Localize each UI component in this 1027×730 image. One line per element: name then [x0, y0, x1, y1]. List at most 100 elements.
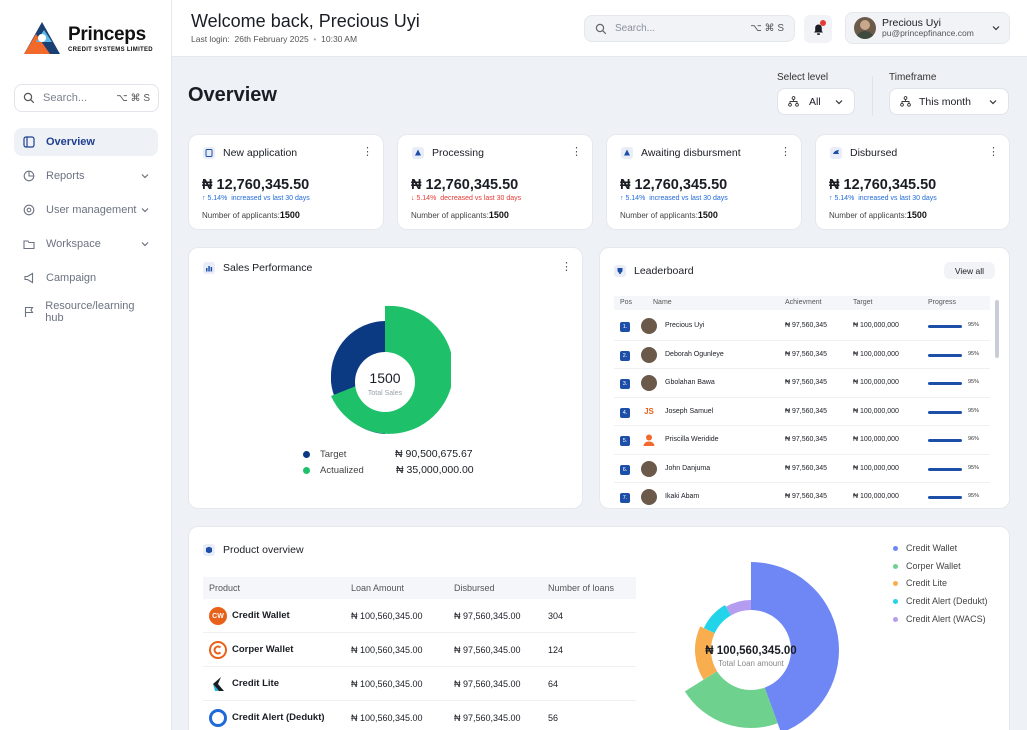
select-level-value: All	[809, 95, 821, 108]
hierarchy-icon	[788, 96, 799, 107]
progress-percent: 95%	[968, 493, 980, 499]
leaderboard-title: Leaderboard	[634, 265, 694, 277]
timeframe-dropdown[interactable]: This month	[889, 88, 1009, 115]
view-all-button[interactable]: View all	[943, 262, 995, 279]
product-loan-amount: ₦ 100,560,345.00	[351, 713, 423, 723]
table-row[interactable]: Corper Wallet ₦ 100,560,345.00 ₦ 97,560,…	[203, 633, 636, 667]
stat-count-label: Number of applicants:	[829, 211, 907, 220]
product-name: Corper Wallet	[232, 644, 294, 655]
table-row[interactable]: Credit Lite ₦ 100,560,345.00 ₦ 97,560,34…	[203, 667, 636, 701]
rep-name: Precious Uyi	[665, 322, 705, 329]
divider	[872, 76, 873, 116]
rep-achievement: ₦ 97,560,345	[785, 407, 828, 415]
table-row[interactable]: 7. Ikaki Abam ₦ 97,560,345 ₦ 100,000,000…	[614, 483, 990, 508]
rep-target: ₦ 100,000,000	[853, 350, 899, 358]
stat-change: ↑ 5.14% increased vs last 30 days	[202, 195, 310, 202]
table-row[interactable]: 6. John Danjuma ₦ 97,560,345 ₦ 100,000,0…	[614, 455, 990, 483]
separator-dot: •	[313, 34, 317, 44]
stat-amount: ₦ 12,760,345.50	[202, 177, 310, 193]
notifications-button[interactable]	[804, 15, 832, 43]
sidebar-item-workspace[interactable]: Workspace	[14, 230, 158, 258]
sidebar-item-label: Overview	[46, 136, 95, 148]
rep-target: ₦ 100,000,000	[853, 407, 899, 415]
stat-title: Processing	[432, 147, 484, 159]
princeps-logo-icon	[24, 22, 60, 54]
legend-swatch	[893, 598, 898, 604]
leaderboard-card: Leaderboard View all Pos Name Achievment…	[599, 247, 1010, 509]
column-header: Product	[209, 583, 241, 593]
user-menu[interactable]: Precious Uyi pu@princepfinance.com	[845, 12, 1010, 44]
progress-percent: 95%	[968, 407, 980, 414]
search-icon	[23, 92, 35, 104]
search-icon	[595, 23, 607, 34]
sidebar-item-reports[interactable]: Reports	[14, 162, 158, 190]
table-row[interactable]: 2. Deborah Ogunleye ₦ 97,560,345 ₦ 100,0…	[614, 341, 990, 369]
table-row[interactable]: 3. Gbolahan Bawa ₦ 97,560,345 ₦ 100,000,…	[614, 369, 990, 398]
product-loan-count: 56	[548, 713, 559, 723]
stat-count: Number of applicants:1500	[202, 210, 300, 220]
legend-value-target: ₦ 90,500,675.67	[395, 448, 473, 460]
column-header: Target	[853, 299, 873, 306]
rep-name: Priscilla Weridide	[665, 436, 719, 443]
table-row[interactable]: 5. Priscilla Weridide ₦ 97,560,345 ₦ 100…	[614, 426, 990, 455]
table-row[interactable]: Credit Alert (Dedukt) ₦ 100,560,345.00 ₦…	[203, 701, 636, 730]
select-level-dropdown[interactable]: All	[777, 88, 855, 115]
stat-title: New application	[223, 147, 298, 159]
box-icon	[203, 544, 215, 556]
progress-percent: 95%	[968, 322, 980, 328]
stat-count-value: 1500	[906, 210, 927, 220]
sidebar-search-input[interactable]: Search... ⌥ ⌘ S	[14, 84, 159, 112]
chevron-down-icon	[141, 174, 149, 179]
table-row[interactable]: CW Credit Wallet ₦ 100,560,345.00 ₦ 97,5…	[203, 599, 636, 633]
chevron-down-icon	[141, 242, 149, 247]
legend-actualized: Actualized	[303, 465, 364, 476]
more-options-icon[interactable]: ⋮	[571, 147, 582, 158]
product-loan-amount: ₦ 100,560,345.00	[351, 611, 423, 621]
credit-alert-logo	[209, 709, 227, 727]
sidebar-item-user-management[interactable]: User management	[14, 196, 158, 224]
more-options-icon[interactable]: ⋮	[362, 147, 373, 158]
stat-change-pct: 5.14%	[834, 195, 855, 202]
brand-logo[interactable]: Princeps CREDIT SYSTEMS LIMITED	[22, 20, 153, 56]
reports-icon	[22, 169, 36, 183]
rep-target: ₦ 100,000,000	[853, 464, 899, 472]
notification-badge	[820, 20, 826, 26]
product-disbursed: ₦ 97,560,345.00	[454, 611, 521, 621]
top-bar: Welcome back, Precious Uyi Last login: 2…	[172, 0, 1027, 57]
stat-count: Number of applicants:1500	[411, 210, 509, 220]
scrollbar[interactable]	[995, 300, 999, 358]
table-row[interactable]: 4. JS Joseph Samuel ₦ 97,560,345 ₦ 100,0…	[614, 398, 990, 426]
more-options-icon[interactable]: ⋮	[988, 147, 999, 158]
stat-change-text: increased vs last 30 days	[649, 195, 728, 202]
table-row[interactable]: 1. Precious Uyi ₦ 97,560,345 ₦ 100,000,0…	[614, 312, 990, 341]
flag-icon	[22, 305, 35, 319]
sidebar-item-overview[interactable]: Overview	[14, 128, 158, 156]
sidebar-nav: Overview Reports User management Workspa…	[14, 128, 158, 332]
stat-count-value: 1500	[488, 210, 509, 220]
sidebar: Princeps CREDIT SYSTEMS LIMITED Search..…	[0, 0, 172, 730]
stat-change-pct: 5.14%	[416, 195, 437, 202]
credit-lite-logo	[209, 675, 227, 693]
sidebar-search-shortcut: ⌥ ⌘ S	[116, 92, 150, 104]
legend-credit-alert-dedukt: Credit Alert (Dedukt)	[893, 596, 988, 606]
legend-label: Credit Lite	[906, 578, 948, 588]
top-search-input[interactable]: Search... ⌥ ⌘ S	[584, 15, 795, 42]
progress-bar	[928, 410, 962, 414]
stat-count-value: 1500	[279, 210, 300, 220]
sidebar-item-campaign[interactable]: Campaign	[14, 264, 158, 292]
legend-credit-alert-wacs: Credit Alert (WACS)	[893, 614, 986, 624]
timeframe-value: This month	[919, 95, 971, 108]
bar-chart-icon	[203, 262, 215, 274]
hierarchy-icon	[900, 96, 911, 107]
more-options-icon[interactable]: ⋮	[780, 147, 791, 158]
rep-target: ₦ 100,000,000	[853, 379, 899, 386]
stat-change: ↑ 5.14% increased vs last 30 days	[620, 195, 728, 202]
page-title: Overview	[188, 84, 277, 106]
progress-percent: 96%	[968, 436, 980, 442]
legend-target: Target	[303, 449, 346, 460]
product-table-header: Product Loan Amount Disbursed Number of …	[203, 577, 636, 599]
more-options-icon[interactable]: ⋮	[561, 262, 572, 273]
product-name: Credit Alert (Dedukt)	[232, 712, 325, 723]
rep-achievement: ₦ 97,560,345	[785, 379, 828, 386]
sidebar-item-resource-hub[interactable]: Resource/learning hub	[14, 298, 158, 326]
